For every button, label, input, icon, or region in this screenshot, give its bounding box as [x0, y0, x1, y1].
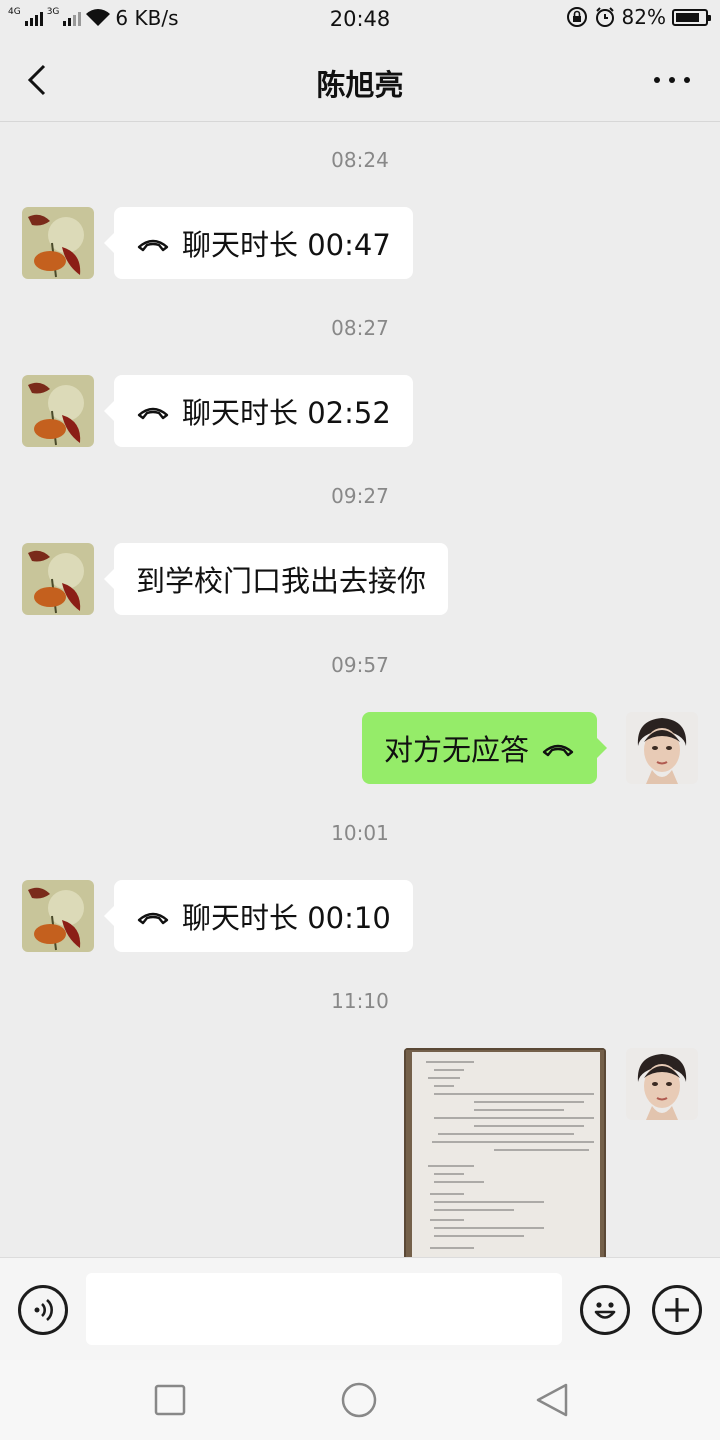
- battery-percent: 82%: [621, 5, 666, 29]
- contact-avatar[interactable]: [22, 543, 94, 615]
- rotation-lock-icon: [566, 7, 587, 27]
- message-timestamp: 08:24: [331, 148, 389, 172]
- message-timestamp: 08:27: [331, 316, 389, 340]
- sent-photo[interactable]: [404, 1048, 606, 1257]
- chat-title: 陈旭亮: [316, 68, 404, 102]
- phone-hangup-icon: [137, 407, 169, 420]
- alarm-icon: [595, 7, 614, 27]
- phone-hangup-icon: [542, 744, 574, 757]
- incoming-call-bubble[interactable]: 聊天时长 00:10: [104, 880, 413, 952]
- call-duration-text: 聊天时长 00:10: [182, 901, 391, 935]
- recent-apps-icon[interactable]: [152, 1382, 188, 1418]
- chat-header: 陈旭亮: [0, 38, 720, 122]
- message-timestamp: 09:57: [331, 653, 389, 677]
- call-duration-text: 聊天时长 02:52: [182, 396, 391, 430]
- message-timestamp: 09:27: [331, 484, 389, 508]
- message-input[interactable]: [86, 1273, 562, 1345]
- outgoing-call-bubble[interactable]: 对方无应答: [362, 712, 608, 784]
- message-list[interactable]: 08:24 聊天时长 00:47 08:27 聊天时长 02:52 09:27 …: [0, 123, 720, 1257]
- status-right: 82%: [566, 5, 711, 29]
- call-duration-text: 聊天时长 00:47: [182, 228, 391, 262]
- my-avatar[interactable]: [626, 712, 698, 784]
- back-nav-icon[interactable]: [534, 1382, 570, 1418]
- call-status-text: 对方无应答: [384, 733, 530, 767]
- voice-input-icon[interactable]: [18, 1285, 68, 1335]
- contact-avatar[interactable]: [22, 880, 94, 952]
- status-bar: 4G 3G 6 KB/s 20:48 82%: [0, 0, 720, 38]
- message-timestamp: 10:01: [331, 821, 389, 845]
- message-text: 到学校门口我出去接你: [136, 564, 427, 598]
- contact-avatar[interactable]: [22, 207, 94, 279]
- input-bar: [0, 1257, 720, 1360]
- incoming-call-bubble[interactable]: 聊天时长 00:47: [104, 207, 413, 279]
- battery-icon: [672, 8, 711, 26]
- plus-icon[interactable]: [652, 1285, 702, 1335]
- phone-hangup-icon: [137, 912, 169, 925]
- contact-avatar[interactable]: [22, 375, 94, 447]
- my-avatar[interactable]: [626, 1048, 698, 1120]
- home-icon[interactable]: [341, 1382, 377, 1418]
- emoji-icon[interactable]: [580, 1285, 630, 1335]
- more-dots-icon[interactable]: [654, 74, 690, 86]
- system-nav-bar: [0, 1360, 720, 1440]
- battery-fill: [676, 12, 699, 22]
- phone-hangup-icon: [137, 239, 169, 252]
- message-timestamp: 11:10: [331, 989, 389, 1013]
- incoming-call-bubble[interactable]: 聊天时长 02:52: [104, 375, 413, 447]
- incoming-text-bubble[interactable]: 到学校门口我出去接你: [103, 543, 449, 615]
